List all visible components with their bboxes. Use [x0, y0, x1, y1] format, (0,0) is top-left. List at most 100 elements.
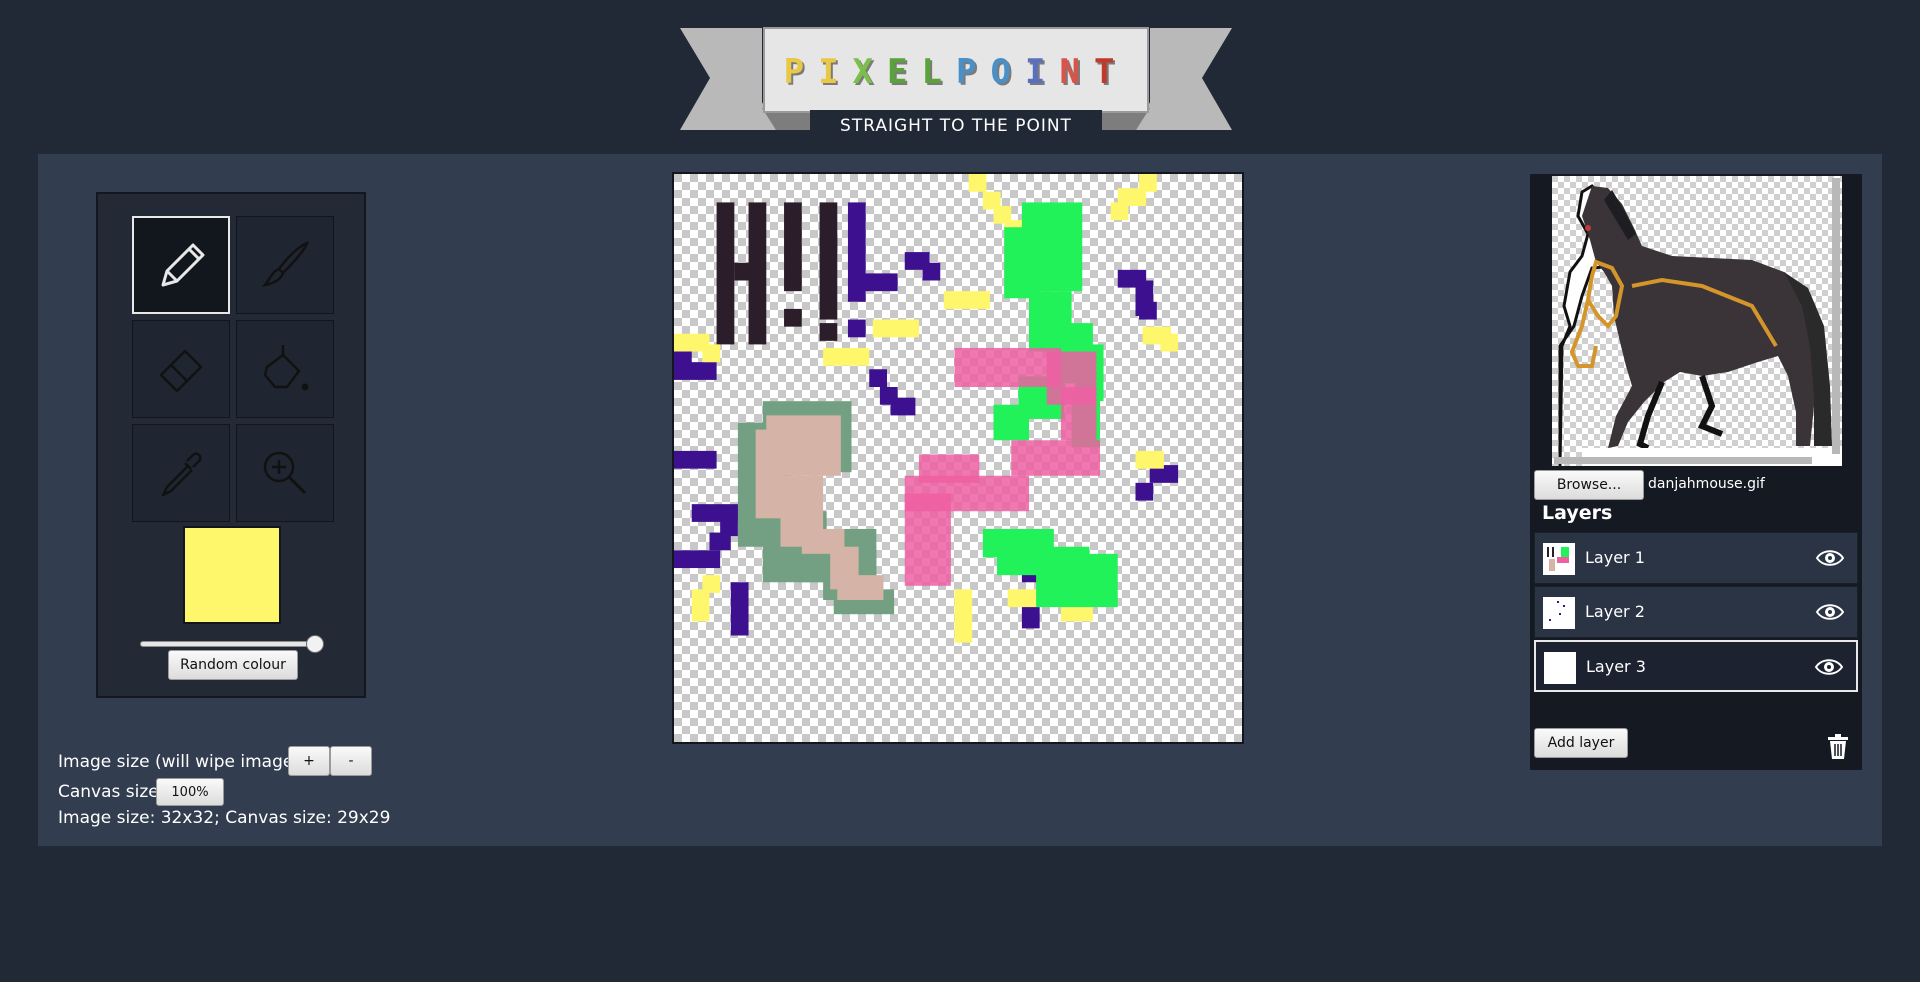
- pixel: [674, 450, 717, 469]
- pixel: [993, 404, 1029, 441]
- pixel: [904, 493, 951, 586]
- logo-letter: L: [921, 52, 956, 92]
- reference-image: [1552, 176, 1842, 466]
- pixel: [922, 262, 941, 281]
- pixel: [1135, 482, 1154, 501]
- reference-horizontal-scrollbar[interactable]: [1554, 457, 1812, 464]
- pixel: [943, 291, 990, 309]
- layer-thumbnail: [1544, 652, 1576, 684]
- reference-file-name: danjahmouse.gif: [1648, 476, 1765, 492]
- pixel: [755, 429, 785, 519]
- logo-letter: X: [852, 52, 888, 92]
- brush-tool-button[interactable]: [236, 216, 334, 314]
- pixel: [720, 518, 738, 537]
- layer-label: Layer 1: [1585, 548, 1645, 567]
- pixel: [872, 319, 919, 338]
- pixel: [862, 273, 898, 292]
- image-size-decrease-button[interactable]: -: [330, 746, 372, 776]
- layer-thumbnail: [1543, 543, 1575, 575]
- trash-icon[interactable]: [1827, 734, 1849, 760]
- pixel: [1060, 387, 1097, 441]
- layer-row-1[interactable]: Layer 1: [1534, 532, 1858, 584]
- pixel: [819, 202, 838, 320]
- eyedropper-icon: [161, 452, 202, 497]
- image-size-increase-button[interactable]: +: [288, 746, 330, 776]
- image-size-label: Image size (will wipe image): [58, 752, 300, 772]
- pixel: [1139, 174, 1157, 192]
- canvas-size-label: Canvas size: [58, 782, 159, 802]
- pixel: [784, 308, 802, 327]
- random-colour-button[interactable]: Random colour: [168, 650, 298, 680]
- pixel: [1160, 333, 1179, 352]
- layer-label: Layer 2: [1585, 602, 1645, 621]
- slider-thumb[interactable]: [306, 635, 324, 653]
- canvas-size-select[interactable]: 100%: [156, 778, 224, 806]
- logo-letter: I: [818, 52, 853, 92]
- layer-label: Layer 3: [1586, 657, 1646, 676]
- pixel: [716, 202, 735, 345]
- toolbox: Random colour: [96, 192, 366, 698]
- layer-thumbnail: [1543, 597, 1575, 629]
- eyedropper-tool-button[interactable]: [132, 424, 230, 522]
- pixel: [730, 582, 749, 636]
- pixel: [674, 550, 721, 569]
- logo-letter: N: [1059, 52, 1094, 92]
- brush-icon: [262, 241, 309, 287]
- pixel: [869, 369, 887, 387]
- pixel: [1139, 301, 1157, 320]
- pixel: [968, 174, 987, 192]
- app-tagline: STRAIGHT TO THE POINT: [840, 116, 1072, 136]
- layers-heading: Layers: [1542, 502, 1613, 524]
- pixel: [691, 603, 710, 622]
- logo-letter: T: [1093, 52, 1129, 92]
- eye-icon[interactable]: [1815, 601, 1845, 623]
- eraser-tool-button[interactable]: [132, 320, 230, 418]
- zoom-in-icon: [263, 451, 307, 495]
- fill-tool-button[interactable]: [236, 320, 334, 418]
- pixel: [674, 351, 692, 370]
- eye-icon[interactable]: [1814, 656, 1844, 678]
- drawing-canvas[interactable]: [674, 174, 1242, 742]
- app-banner: PIXELPOINT STRAIGHT TO THE POINT: [680, 26, 1232, 138]
- pixel: [954, 589, 973, 643]
- browse-button[interactable]: Browse...: [1534, 470, 1644, 500]
- pixel: [847, 319, 866, 338]
- reference-image-frame: [1552, 176, 1842, 466]
- main-panel: Random colour Image size (will wipe imag…: [38, 154, 1882, 846]
- pixel: [890, 397, 916, 416]
- slider-track: [140, 641, 324, 647]
- pixel: [918, 454, 980, 483]
- logo-letter: O: [990, 52, 1025, 92]
- pixel: [734, 262, 753, 281]
- zoom-tool-button[interactable]: [236, 424, 334, 522]
- pixel: [837, 575, 884, 600]
- logo-letter: P: [783, 52, 819, 92]
- pixel: [784, 202, 802, 292]
- pixel: [1036, 553, 1118, 608]
- pixel: [1011, 440, 1100, 476]
- pixel: [823, 347, 870, 366]
- pixel: [1007, 589, 1040, 608]
- layer-row-2[interactable]: Layer 2: [1534, 586, 1858, 638]
- add-layer-button[interactable]: Add layer: [1534, 728, 1628, 758]
- drawing-canvas-frame: [672, 172, 1244, 744]
- logo-letter: P: [956, 52, 991, 92]
- app-logo: PIXELPOINT: [780, 52, 1132, 92]
- pixel: [702, 344, 721, 363]
- eraser-icon: [159, 349, 203, 393]
- reference-vertical-scrollbar[interactable]: [1832, 178, 1840, 454]
- pixel: [1135, 450, 1164, 469]
- pencil-icon: [161, 243, 205, 287]
- pencil-tool-button[interactable]: [132, 216, 230, 314]
- image-canvas-status: Image size: 32x32; Canvas size: 29x29: [58, 808, 391, 828]
- current-colour-swatch[interactable]: [183, 526, 281, 624]
- pixel: [1110, 202, 1129, 221]
- pixel: [954, 347, 1061, 387]
- logo-letter: E: [887, 52, 922, 92]
- logo-letter: I: [1024, 52, 1060, 92]
- right-panel: Browse... danjahmouse.gif Layers Layer 1: [1530, 174, 1862, 770]
- pixel: [1004, 227, 1040, 299]
- eye-icon[interactable]: [1815, 547, 1845, 569]
- layer-row-3[interactable]: Layer 3: [1534, 640, 1858, 692]
- pixel: [819, 323, 838, 341]
